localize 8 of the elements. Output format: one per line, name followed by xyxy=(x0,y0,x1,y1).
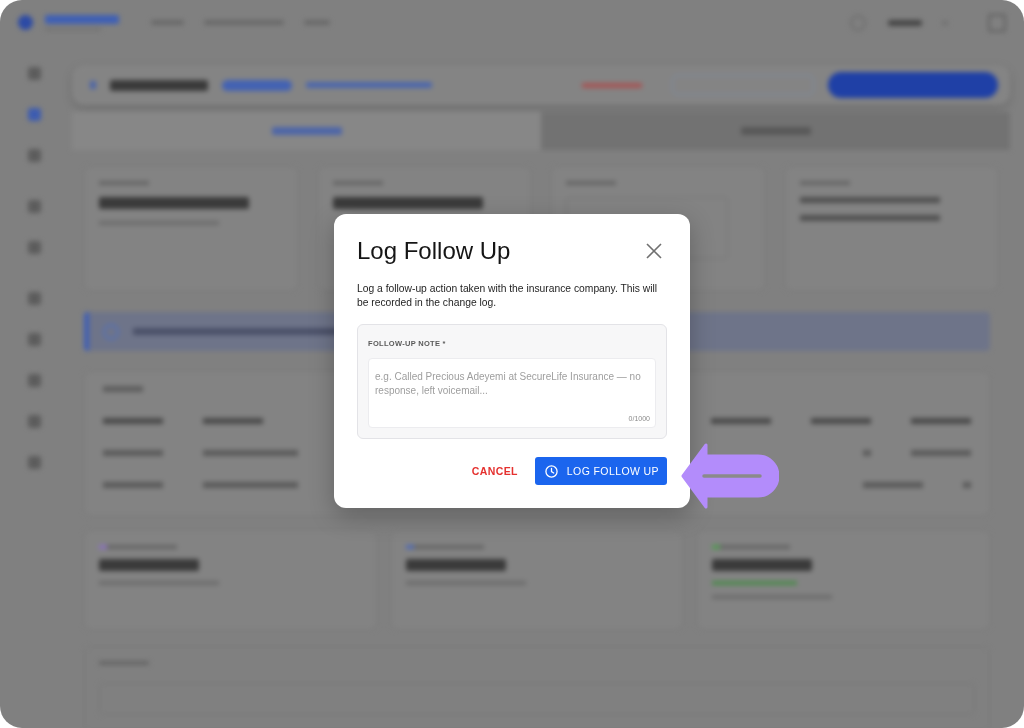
clock-icon xyxy=(544,464,558,478)
cancel-button[interactable]: CANCEL xyxy=(463,457,526,485)
close-button[interactable] xyxy=(646,243,662,259)
left-arrow-icon xyxy=(681,443,779,509)
dialog-title: Log Follow Up xyxy=(357,236,511,266)
log-follow-up-button[interactable]: LOG FOLLOW UP xyxy=(534,457,667,485)
close-icon xyxy=(646,243,662,259)
dialog-description: Log a follow-up action taken with the insurance company. This will be recorded in the change log. xyxy=(357,282,659,310)
